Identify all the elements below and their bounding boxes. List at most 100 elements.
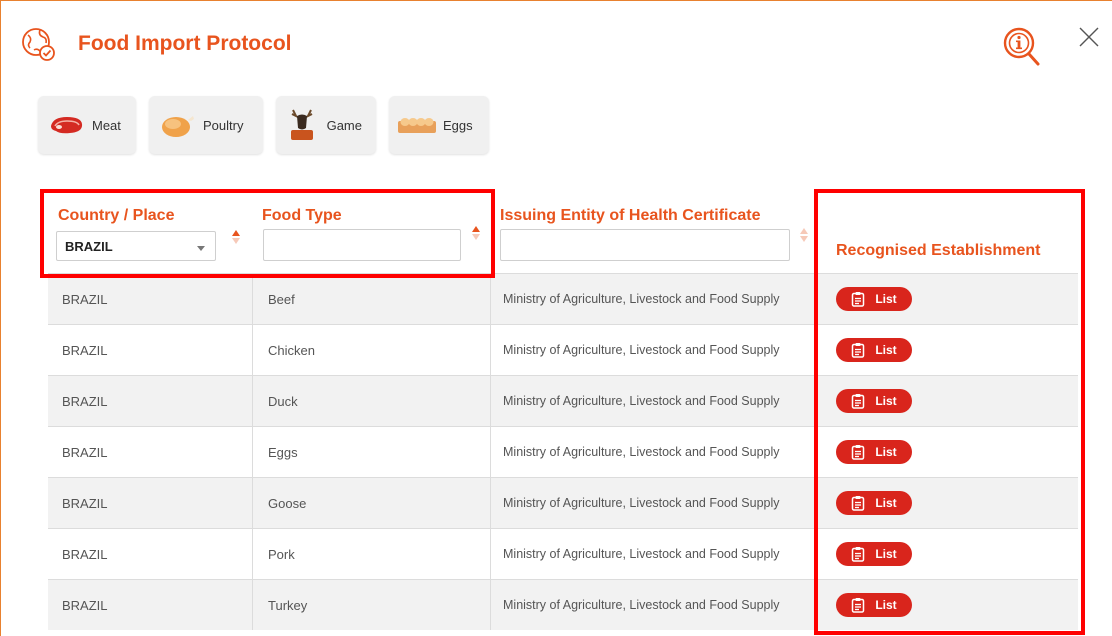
list-button-label: List: [875, 394, 897, 408]
category-poultry-label: Poultry: [203, 117, 244, 133]
column-divider: [252, 376, 253, 426]
clipboard-icon: [852, 496, 865, 511]
column-divider: [490, 376, 491, 426]
cell-country: BRAZIL: [62, 444, 108, 460]
column-divider: [814, 274, 815, 324]
country-select-value: BRAZIL: [65, 239, 113, 254]
clipboard-icon: [852, 598, 865, 613]
cell-issuer: Ministry of Agriculture, Livestock and F…: [503, 291, 780, 306]
category-game-button[interactable]: Game: [276, 96, 376, 154]
column-divider: [490, 580, 491, 630]
column-header-issuer: Issuing Entity of Health Certificate: [490, 195, 814, 273]
list-establishments-button[interactable]: List: [836, 593, 912, 617]
issuer-filter-input[interactable]: [500, 229, 790, 261]
modal-header: Food Import Protocol: [18, 24, 291, 64]
table-row: BRAZIL Duck Ministry of Agriculture, Lives…: [48, 375, 1078, 426]
column-divider: [252, 325, 253, 375]
category-poultry-button[interactable]: Poultry: [149, 96, 263, 154]
column-divider: [814, 580, 815, 630]
category-bar: Meat Poultry Game Eggs: [38, 96, 489, 154]
cell-issuer: Ministry of Agriculture, Livestock and F…: [503, 495, 780, 510]
list-button-label: List: [875, 292, 897, 306]
cell-country: BRAZIL: [62, 495, 108, 511]
clipboard-icon: [852, 343, 865, 358]
cell-country: BRAZIL: [62, 291, 108, 307]
list-button-label: List: [875, 496, 897, 510]
column-header-food-type: Food Type: [252, 195, 490, 273]
column-divider: [252, 580, 253, 630]
cell-food-type: Duck: [268, 393, 298, 409]
chevron-down-icon: [197, 246, 205, 251]
list-establishments-button[interactable]: List: [836, 542, 912, 566]
column-divider: [814, 478, 815, 528]
table-row: BRAZIL Goose Ministry of Agriculture, Live…: [48, 477, 1078, 528]
list-button-label: List: [875, 343, 897, 357]
list-establishments-button[interactable]: List: [836, 440, 912, 464]
clipboard-icon: [852, 394, 865, 409]
column-divider: [814, 529, 815, 579]
sort-icon[interactable]: [471, 225, 481, 241]
clipboard-icon: [852, 292, 865, 307]
column-divider: [490, 274, 491, 324]
cell-issuer: Ministry of Agriculture, Livestock and F…: [503, 342, 780, 357]
column-divider: [814, 325, 815, 375]
cell-food-type: Turkey: [268, 597, 308, 613]
cell-issuer: Ministry of Agriculture, Livestock and F…: [503, 546, 780, 561]
column-divider: [814, 427, 815, 477]
list-establishments-button[interactable]: List: [836, 491, 912, 515]
column-divider: [814, 376, 815, 426]
list-establishments-button[interactable]: List: [836, 389, 912, 413]
cell-food-type: Goose: [268, 495, 307, 511]
list-establishments-button[interactable]: List: [836, 338, 912, 362]
sort-icon[interactable]: [231, 229, 241, 245]
cell-country: BRAZIL: [62, 393, 108, 409]
sort-icon[interactable]: [799, 227, 809, 243]
column-label-establishment: Recognised Establishment: [836, 242, 1041, 259]
category-meat-label: Meat: [92, 117, 121, 133]
category-eggs-button[interactable]: Eggs: [389, 96, 489, 154]
table-row: BRAZIL Pork Ministry of Agriculture, Lives…: [48, 528, 1078, 579]
cell-country: BRAZIL: [62, 546, 108, 562]
eggs-icon: [397, 109, 437, 141]
poultry-icon: [157, 109, 197, 141]
category-meat-button[interactable]: Meat: [38, 96, 136, 154]
column-divider: [252, 529, 253, 579]
page-title: Food Import Protocol: [78, 32, 292, 55]
clipboard-icon: [852, 547, 865, 562]
globe-check-icon: [18, 24, 58, 64]
table-row: BRAZIL Turkey Ministry of Agriculture, Liv…: [48, 579, 1078, 630]
category-game-label: Game: [326, 117, 362, 133]
close-icon[interactable]: [1076, 24, 1102, 50]
list-button-label: List: [875, 598, 897, 612]
column-header-establishment: Recognised Establishment: [814, 195, 1078, 273]
category-eggs-label: Eggs: [443, 117, 473, 133]
list-establishments-button[interactable]: List: [836, 287, 912, 311]
cell-food-type: Beef: [268, 291, 295, 307]
cell-food-type: Chicken: [268, 342, 315, 358]
game-icon: [284, 109, 321, 141]
food-type-filter-input[interactable]: [263, 229, 461, 261]
country-select[interactable]: BRAZIL: [56, 231, 216, 261]
meat-icon: [46, 109, 86, 141]
cell-issuer: Ministry of Agriculture, Livestock and F…: [503, 444, 780, 459]
column-divider: [252, 274, 253, 324]
column-label-country: Country / Place: [58, 207, 175, 224]
column-divider: [490, 427, 491, 477]
table-row: BRAZIL Beef Ministry of Agriculture, Lives…: [48, 273, 1078, 324]
cell-country: BRAZIL: [62, 342, 108, 358]
column-divider: [490, 325, 491, 375]
info-search-icon[interactable]: [1000, 24, 1044, 68]
column-header-country: Country / Place BRAZIL: [48, 195, 252, 273]
list-button-label: List: [875, 547, 897, 561]
column-divider: [490, 478, 491, 528]
column-divider: [490, 529, 491, 579]
cell-issuer: Ministry of Agriculture, Livestock and F…: [503, 597, 780, 612]
cell-country: BRAZIL: [62, 597, 108, 613]
cell-food-type: Pork: [268, 546, 295, 562]
column-divider: [252, 427, 253, 477]
cell-issuer: Ministry of Agriculture, Livestock and F…: [503, 393, 780, 408]
table-row: BRAZIL Chicken Ministry of Agriculture, Li…: [48, 324, 1078, 375]
cell-food-type: Eggs: [268, 444, 298, 460]
column-divider: [252, 478, 253, 528]
clipboard-icon: [852, 445, 865, 460]
